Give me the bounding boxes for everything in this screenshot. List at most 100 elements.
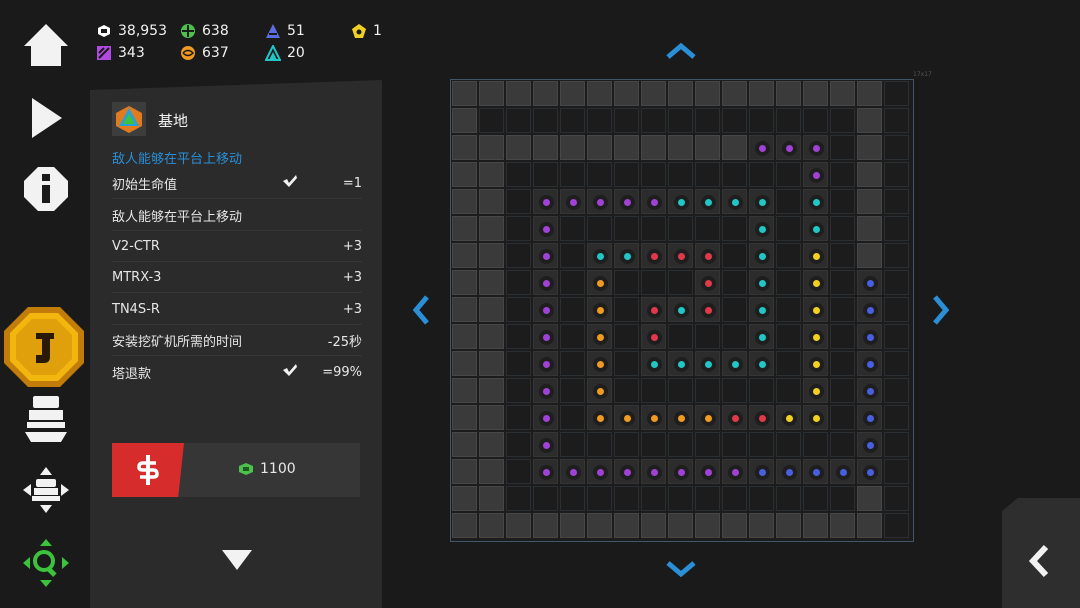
empty-tile[interactable] bbox=[776, 351, 801, 376]
empty-tile[interactable] bbox=[803, 108, 828, 133]
tower-tile[interactable] bbox=[587, 351, 612, 376]
back-button[interactable] bbox=[1002, 498, 1080, 608]
tower-tile[interactable] bbox=[587, 270, 612, 295]
tower-tile[interactable] bbox=[803, 162, 828, 187]
wall-tile[interactable] bbox=[722, 513, 747, 538]
empty-tile[interactable] bbox=[668, 162, 693, 187]
tower-tile[interactable] bbox=[803, 324, 828, 349]
empty-tile[interactable] bbox=[614, 378, 639, 403]
empty-tile[interactable] bbox=[695, 108, 720, 133]
wall-tile[interactable] bbox=[452, 216, 477, 241]
info-button[interactable] bbox=[18, 164, 74, 214]
empty-tile[interactable] bbox=[884, 81, 909, 106]
empty-tile[interactable] bbox=[668, 378, 693, 403]
wall-tile[interactable] bbox=[560, 135, 585, 160]
tower-tile[interactable] bbox=[695, 270, 720, 295]
tower-tile[interactable] bbox=[533, 405, 558, 430]
empty-tile[interactable] bbox=[722, 297, 747, 322]
level-map-grid[interactable] bbox=[450, 79, 914, 542]
wall-tile[interactable] bbox=[479, 135, 504, 160]
tower-tile[interactable] bbox=[587, 378, 612, 403]
tower-tile[interactable] bbox=[533, 378, 558, 403]
play-button[interactable] bbox=[18, 93, 74, 143]
wall-tile[interactable] bbox=[830, 81, 855, 106]
tower-tile[interactable] bbox=[803, 297, 828, 322]
tower-tile[interactable] bbox=[776, 459, 801, 484]
empty-tile[interactable] bbox=[614, 216, 639, 241]
empty-tile[interactable] bbox=[884, 108, 909, 133]
wall-tile[interactable] bbox=[857, 216, 882, 241]
empty-tile[interactable] bbox=[776, 324, 801, 349]
wall-tile[interactable] bbox=[749, 513, 774, 538]
wall-tile[interactable] bbox=[479, 216, 504, 241]
empty-tile[interactable] bbox=[776, 162, 801, 187]
wall-tile[interactable] bbox=[452, 432, 477, 457]
tower-tile[interactable] bbox=[641, 351, 666, 376]
empty-tile[interactable] bbox=[695, 432, 720, 457]
tower-tile[interactable] bbox=[641, 243, 666, 268]
tower-tile[interactable] bbox=[587, 459, 612, 484]
wall-tile[interactable] bbox=[641, 81, 666, 106]
tower-tile[interactable] bbox=[857, 459, 882, 484]
empty-tile[interactable] bbox=[506, 486, 531, 511]
wall-tile[interactable] bbox=[641, 135, 666, 160]
empty-tile[interactable] bbox=[506, 378, 531, 403]
wall-tile[interactable] bbox=[452, 189, 477, 214]
empty-tile[interactable] bbox=[560, 324, 585, 349]
wall-tile[interactable] bbox=[641, 513, 666, 538]
empty-tile[interactable] bbox=[695, 216, 720, 241]
map-scroll-left-button[interactable] bbox=[412, 294, 430, 330]
wall-tile[interactable] bbox=[452, 351, 477, 376]
empty-tile[interactable] bbox=[641, 270, 666, 295]
tower-tile[interactable] bbox=[857, 405, 882, 430]
empty-tile[interactable] bbox=[560, 270, 585, 295]
empty-tile[interactable] bbox=[722, 432, 747, 457]
tower-tile[interactable] bbox=[533, 297, 558, 322]
tower-tile[interactable] bbox=[749, 270, 774, 295]
zoom-button[interactable] bbox=[18, 537, 74, 589]
empty-tile[interactable] bbox=[506, 216, 531, 241]
empty-tile[interactable] bbox=[749, 378, 774, 403]
empty-tile[interactable] bbox=[884, 405, 909, 430]
empty-tile[interactable] bbox=[614, 108, 639, 133]
tower-tile[interactable] bbox=[722, 189, 747, 214]
coin-button[interactable] bbox=[2, 305, 86, 389]
tower-tile[interactable] bbox=[614, 243, 639, 268]
empty-tile[interactable] bbox=[587, 162, 612, 187]
wall-tile[interactable] bbox=[560, 81, 585, 106]
tower-tile[interactable] bbox=[857, 324, 882, 349]
empty-tile[interactable] bbox=[506, 270, 531, 295]
empty-tile[interactable] bbox=[884, 216, 909, 241]
tower-tile[interactable] bbox=[533, 270, 558, 295]
empty-tile[interactable] bbox=[695, 324, 720, 349]
wall-tile[interactable] bbox=[857, 162, 882, 187]
empty-tile[interactable] bbox=[776, 486, 801, 511]
map-scroll-down-button[interactable] bbox=[665, 560, 697, 582]
tower-tile[interactable] bbox=[560, 189, 585, 214]
tower-tile[interactable] bbox=[857, 378, 882, 403]
empty-tile[interactable] bbox=[776, 108, 801, 133]
empty-tile[interactable] bbox=[884, 486, 909, 511]
empty-tile[interactable] bbox=[830, 189, 855, 214]
empty-tile[interactable] bbox=[641, 432, 666, 457]
empty-tile[interactable] bbox=[830, 432, 855, 457]
wall-tile[interactable] bbox=[668, 513, 693, 538]
empty-tile[interactable] bbox=[776, 243, 801, 268]
empty-tile[interactable] bbox=[506, 108, 531, 133]
tower-tile[interactable] bbox=[830, 459, 855, 484]
empty-tile[interactable] bbox=[830, 216, 855, 241]
empty-tile[interactable] bbox=[506, 243, 531, 268]
tower-tile[interactable] bbox=[695, 189, 720, 214]
wall-tile[interactable] bbox=[479, 459, 504, 484]
empty-tile[interactable] bbox=[830, 243, 855, 268]
wall-tile[interactable] bbox=[803, 81, 828, 106]
empty-tile[interactable] bbox=[506, 405, 531, 430]
wall-tile[interactable] bbox=[479, 513, 504, 538]
wall-tile[interactable] bbox=[857, 189, 882, 214]
tower-tile[interactable] bbox=[695, 459, 720, 484]
tower-tile[interactable] bbox=[749, 405, 774, 430]
tower-tile[interactable] bbox=[749, 351, 774, 376]
wall-tile[interactable] bbox=[587, 513, 612, 538]
tower-tile[interactable] bbox=[749, 243, 774, 268]
empty-tile[interactable] bbox=[884, 189, 909, 214]
